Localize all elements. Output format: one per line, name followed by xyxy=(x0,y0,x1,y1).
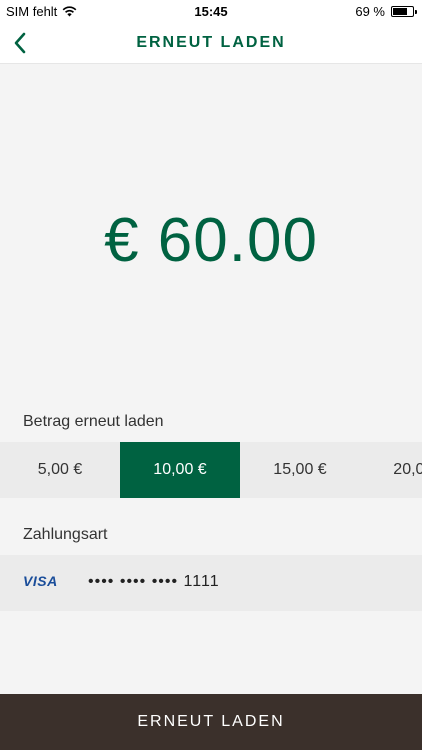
card-number: •••• •••• •••• 1111 xyxy=(88,573,220,590)
amount-option-10[interactable]: 10,00 € xyxy=(120,442,240,498)
reload-screen: SIM fehlt 15:45 69 % ERNEUT LADEN € 60.0… xyxy=(0,0,422,750)
amount-option-label: 5,00 € xyxy=(37,461,83,478)
battery-icon xyxy=(391,6,417,17)
page-title: ERNEUT LADEN xyxy=(136,34,286,51)
visa-icon: VISA xyxy=(23,573,58,589)
payment-method-row[interactable]: VISA •••• •••• •••• 1111 xyxy=(0,555,422,611)
amount-option-15[interactable]: 15,00 € xyxy=(240,442,360,498)
amount-option-label: 10,00 € xyxy=(153,461,207,478)
amount-option-label: 20,00 € xyxy=(393,461,422,478)
status-bar: SIM fehlt 15:45 69 % xyxy=(0,0,422,22)
nav-bar: ERNEUT LADEN xyxy=(0,22,422,64)
battery-fill xyxy=(393,8,408,15)
amount-option-5[interactable]: 5,00 € xyxy=(0,442,120,498)
amount-selector: 5,00 € 10,00 € 15,00 € 20,00 € xyxy=(0,442,422,498)
reload-amount-label: Betrag erneut laden xyxy=(23,413,164,430)
status-right: 69 % xyxy=(355,4,417,19)
battery-percent: 69 % xyxy=(355,4,385,19)
balance-amount: € 60.00 xyxy=(104,206,318,275)
reload-button[interactable]: ERNEUT LADEN xyxy=(0,694,422,750)
amount-option-label: 15,00 € xyxy=(273,461,327,478)
battery-tip xyxy=(415,10,417,14)
amount-option-20[interactable]: 20,00 € xyxy=(360,442,422,498)
payment-method-label: Zahlungsart xyxy=(23,526,108,543)
